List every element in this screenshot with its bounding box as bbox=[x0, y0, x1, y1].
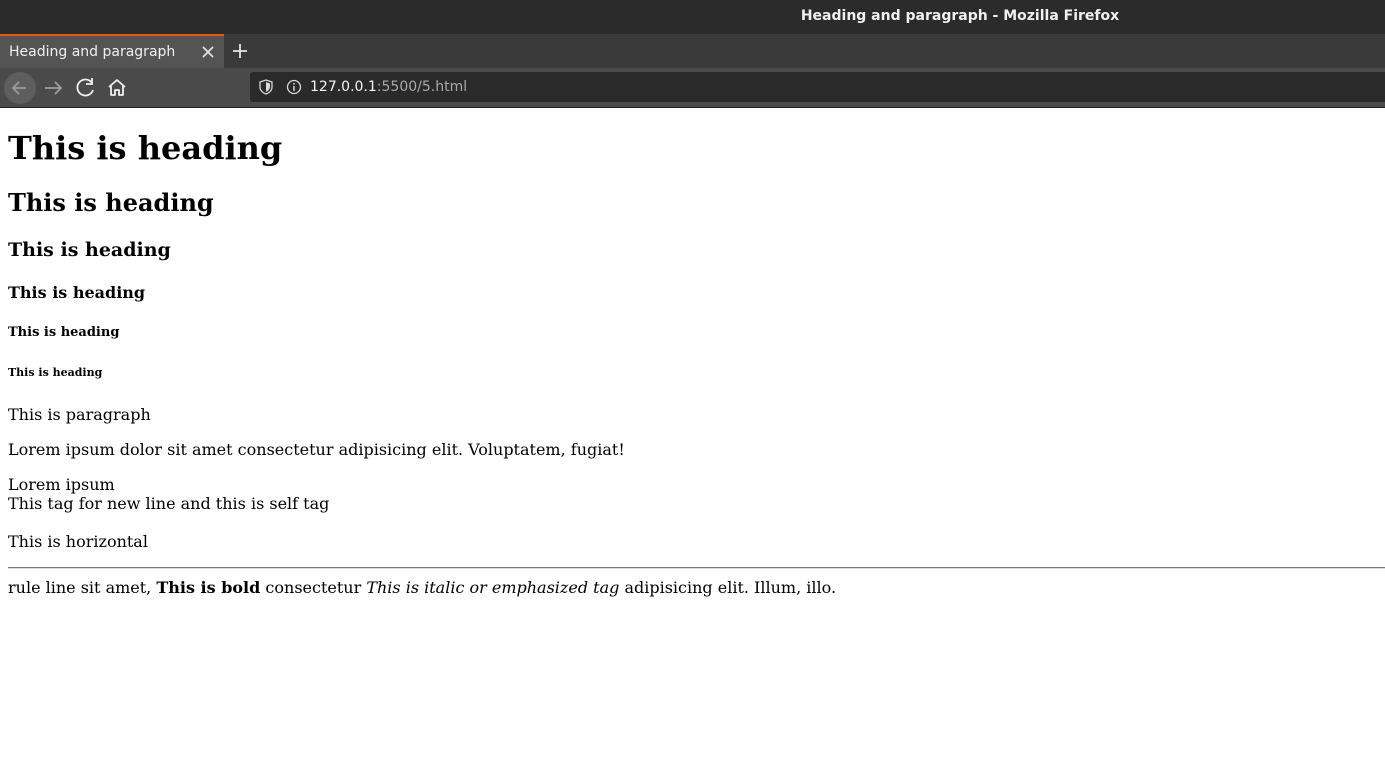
tab-title: Heading and paragraph bbox=[9, 44, 176, 60]
paragraph-2: Lorem ipsum dolor sit amet consectetur a… bbox=[8, 440, 625, 459]
shield-icon[interactable] bbox=[258, 79, 274, 95]
paragraph-1: This is paragraph bbox=[8, 405, 151, 424]
plus-icon[interactable] bbox=[229, 40, 251, 62]
paragraph-3-line-1: Lorem ipsum bbox=[8, 475, 115, 494]
paragraph-5-text-b: consectetur bbox=[260, 578, 367, 597]
back-button[interactable] bbox=[4, 72, 36, 104]
paragraph-4: This is horizontal bbox=[8, 532, 148, 551]
forward-button[interactable] bbox=[40, 74, 68, 102]
url-path: :5500/5.html bbox=[376, 79, 468, 95]
close-icon[interactable] bbox=[198, 42, 218, 62]
arrow-left-icon bbox=[11, 81, 26, 95]
url-host: 127.0.0.1 bbox=[310, 79, 377, 95]
heading-5: This is heading bbox=[8, 325, 120, 340]
horizontal-rule bbox=[8, 567, 1385, 569]
paragraph-3-line-2: This tag for new line and this is self t… bbox=[8, 494, 330, 513]
heading-4: This is heading bbox=[8, 283, 146, 302]
home-icon[interactable] bbox=[103, 74, 131, 102]
url-bar[interactable]: 127.0.0.1:5500/5.html bbox=[250, 72, 1385, 102]
info-icon[interactable] bbox=[286, 79, 302, 95]
bold-text: This is bold bbox=[156, 578, 261, 597]
url-text[interactable]: 127.0.0.1:5500/5.html bbox=[310, 72, 467, 102]
paragraph-5-text-c: adipisicing elit. Illum, illo. bbox=[619, 578, 837, 597]
paragraph-5: rule line sit amet, This is bold consect… bbox=[8, 578, 836, 597]
tab-strip: Heading and paragraph bbox=[0, 34, 1385, 68]
heading-2: This is heading bbox=[8, 188, 214, 217]
heading-1: This is heading bbox=[8, 129, 283, 167]
paragraph-5-text-a: rule line sit amet, bbox=[8, 578, 157, 597]
window-title: Heading and paragraph - Mozilla Firefox bbox=[800, 8, 1120, 24]
tab-heading-and-paragraph[interactable]: Heading and paragraph bbox=[0, 34, 224, 68]
heading-3: This is heading bbox=[8, 239, 171, 261]
reload-icon[interactable] bbox=[72, 74, 100, 102]
navigation-toolbar: 127.0.0.1:5500/5.html bbox=[0, 68, 1385, 108]
window-titlebar: Heading and paragraph - Mozilla Firefox bbox=[0, 0, 1385, 34]
heading-6: This is heading bbox=[8, 366, 103, 379]
italic-text: This is italic or emphasized tag bbox=[366, 578, 620, 597]
